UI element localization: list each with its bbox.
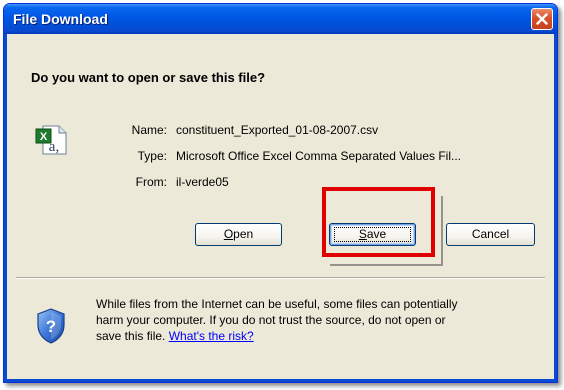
type-label: Type: [137,149,167,163]
file-download-dialog: File Download Do you want to open or sav… [3,3,558,383]
from-label: From: [135,175,167,189]
title-bar[interactable]: File Download [4,4,557,34]
close-button[interactable] [531,8,553,30]
excel-file-icon: X a, [35,125,67,155]
window-title: File Download [13,11,108,27]
window-frame-left [4,34,7,382]
security-shield-icon: ? [37,308,65,344]
whats-the-risk-link[interactable]: What's the risk? [169,329,254,343]
warning-line-2: harm your computer. If you do not trust … [96,313,446,327]
open-mnemonic: O [223,227,234,241]
window-frame-bottom [4,379,557,382]
window-frame-right [554,34,557,382]
svg-text:X: X [40,131,48,143]
security-warning-text: While files from the Internet can be use… [96,296,551,344]
from-value: il-verde05 [176,175,229,189]
divider [16,277,545,279]
svg-text:a,: a, [49,139,59,155]
save-highlight-box [322,187,435,257]
close-icon [536,13,548,25]
name-label: Name: [131,123,167,137]
dialog-question: Do you want to open or save this file? [31,70,266,85]
open-button[interactable]: Open [195,223,282,246]
open-label: pen [233,227,254,241]
name-value: constituent_Exported_01-08-2007.csv [176,123,379,137]
svg-text:?: ? [46,317,56,336]
warning-line-3-text: save this file. [96,329,166,343]
warning-line-1: While files from the Internet can be use… [96,297,458,311]
warning-line-3: save this file. What's the risk? [96,328,551,344]
cancel-button[interactable]: Cancel [446,223,535,246]
type-value: Microsoft Office Excel Comma Separated V… [176,149,461,163]
